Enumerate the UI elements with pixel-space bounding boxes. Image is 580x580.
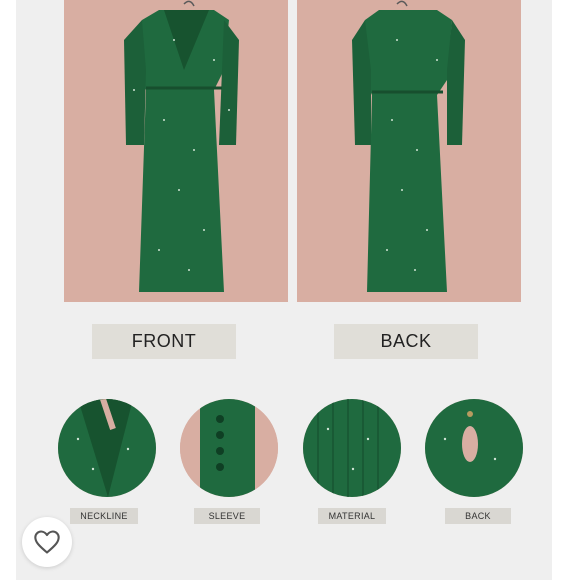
detail-label-back: BACK (445, 508, 511, 524)
back-detail-photo (425, 399, 523, 497)
detail-label-neckline: NECKLINE (70, 508, 138, 524)
neckline-detail-photo (58, 399, 156, 497)
back-label: BACK (334, 324, 478, 359)
back-view-photo (297, 0, 521, 302)
detail-label-sleeve: SLEEVE (194, 508, 260, 524)
material-detail-photo (303, 399, 401, 497)
detail-label-material: MATERIAL (318, 508, 386, 524)
sleeve-detail-photo (180, 399, 278, 497)
like-button[interactable] (22, 517, 72, 567)
front-view-photo (64, 0, 288, 302)
front-label: FRONT (92, 324, 236, 359)
heart-outline-icon (34, 530, 60, 554)
